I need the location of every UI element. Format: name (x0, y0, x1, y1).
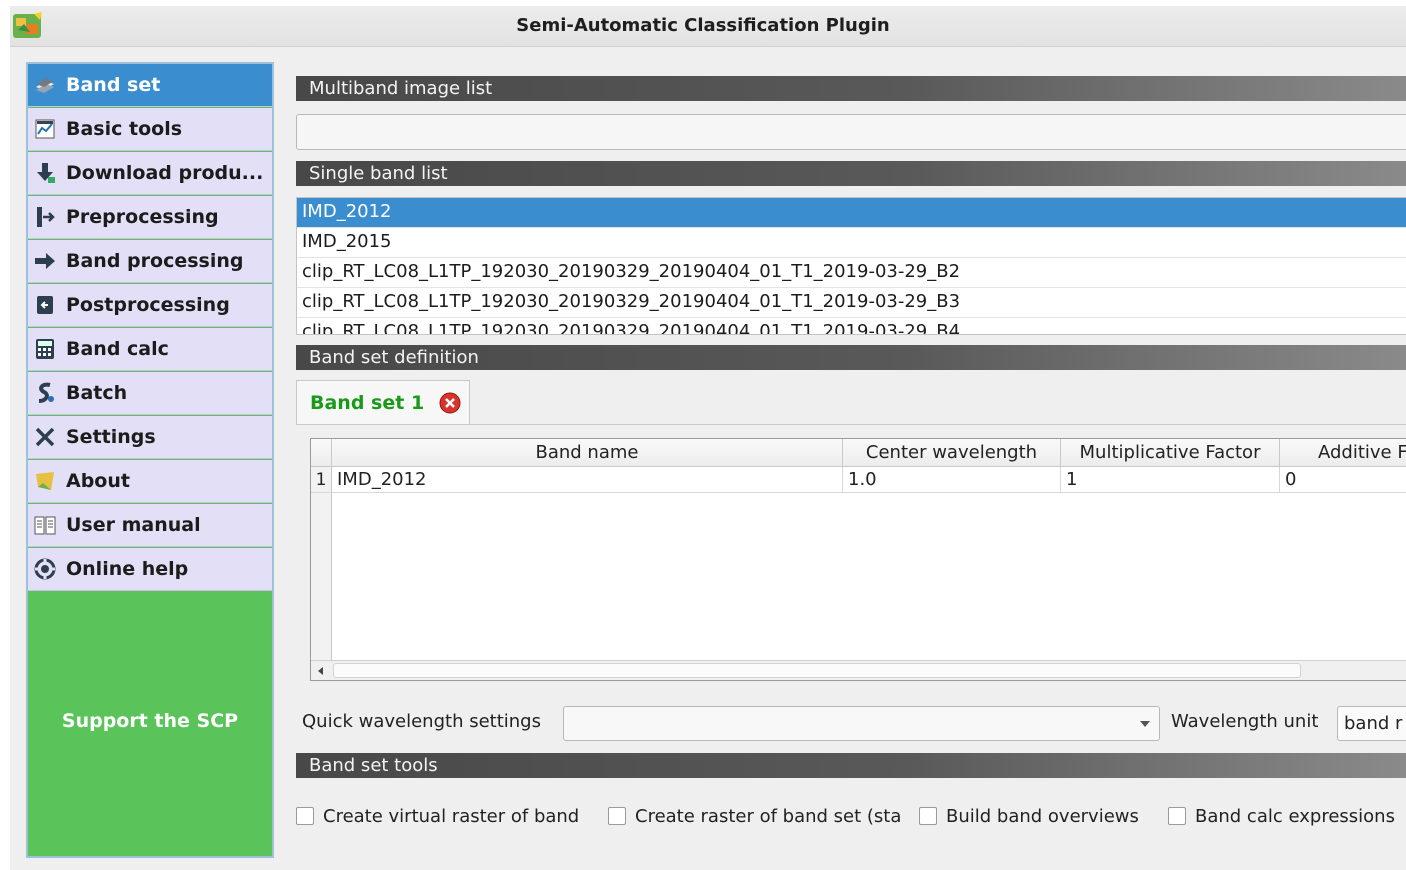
sidebar-item-label: Download produ... (66, 162, 264, 184)
sidebar-item-label: User manual (66, 514, 201, 536)
tab-label: Band set 1 (310, 391, 425, 414)
column-header-multiplicative-factor[interactable]: Multiplicative Factor (1061, 439, 1280, 467)
sidebar-item-label: Basic tools (66, 118, 183, 140)
create-raster-band-set-label: Create raster of band set (sta (635, 805, 902, 827)
preprocessing-icon (33, 205, 57, 229)
sidebar-item-label: Band processing (66, 250, 244, 272)
table-cell[interactable]: IMD_2012 (332, 467, 843, 493)
column-header-additive-factor[interactable]: Additive F (1280, 439, 1406, 467)
horizontal-scrollbar[interactable] (311, 660, 1406, 680)
sidebar-item-online-help[interactable]: Online help (28, 548, 272, 591)
row-header[interactable]: 1 (311, 467, 332, 493)
band-set-definition-header: Band set definition (296, 345, 1406, 370)
wavelength-unit-label: Wavelength unit (1171, 711, 1319, 732)
title-bar: Semi-Automatic Classification Plugin (10, 6, 1406, 47)
build-band-overviews-checkbox[interactable] (919, 807, 937, 825)
sidebar-item-batch[interactable]: Batch (28, 372, 272, 415)
band-set-tools-header: Band set tools (296, 753, 1406, 778)
batch-icon (33, 381, 57, 405)
create-raster-band-set-option[interactable]: Create raster of band set (sta (608, 804, 910, 828)
list-item[interactable]: clip_RT_LC08_L1TP_192030_20190329_201904… (297, 258, 1406, 288)
sidebar-item-user-manual[interactable]: User manual (28, 504, 272, 547)
plugin-window: Semi-Automatic Classification Plugin Ban… (10, 6, 1406, 870)
create-raster-band-set-checkbox[interactable] (608, 807, 626, 825)
band-set-icon (33, 73, 57, 97)
row-header-area (311, 493, 332, 661)
online-help-icon (33, 557, 57, 581)
band-calc-expressions-checkbox[interactable] (1168, 807, 1186, 825)
sidebar-item-settings[interactable]: Settings (28, 416, 272, 459)
list-item[interactable]: clip_RT_LC08_L1TP_192030_20190329_201904… (297, 288, 1406, 318)
sidebar-item-label: Settings (66, 426, 156, 448)
sidebar-item-band-processing[interactable]: Band processing (28, 240, 272, 283)
table-corner (311, 439, 332, 467)
column-header-center-wavelength[interactable]: Center wavelength (843, 439, 1061, 467)
band-processing-icon (33, 249, 57, 273)
create-virtual-raster-label: Create virtual raster of band (323, 805, 580, 827)
quick-wavelength-select[interactable] (563, 706, 1160, 741)
scrollbar-thumb[interactable] (333, 663, 1301, 678)
sidebar-item-label: Preprocessing (66, 206, 219, 228)
about-icon (33, 469, 57, 493)
table-cell[interactable]: 1 (1061, 467, 1280, 493)
sidebar-item-basic-tools[interactable]: Basic tools (28, 108, 272, 151)
wavelength-unit-select[interactable]: band r (1337, 706, 1406, 741)
sidebar-item-label: Online help (66, 558, 189, 580)
user-manual-icon (33, 513, 57, 537)
list-item[interactable]: clip_RT_LC08_L1TP_192030_20190329_201904… (297, 318, 1406, 334)
support-scp-link[interactable]: Support the SCP (28, 710, 272, 732)
quick-wavelength-label: Quick wavelength settings (302, 711, 541, 732)
single-band-section-header: Single band list (296, 161, 1406, 186)
sidebar-item-band-calc[interactable]: Band calc (28, 328, 272, 371)
scroll-left-icon[interactable] (314, 664, 328, 678)
list-item[interactable]: IMD_2015 (297, 228, 1406, 258)
single-band-list[interactable]: IMD_2012 IMD_2015 clip_RT_LC08_L1TP_1920… (296, 197, 1406, 335)
calculator-icon (33, 337, 57, 361)
sidebar-item-download[interactable]: Download produ... (28, 152, 272, 195)
column-header-band-name[interactable]: Band name (332, 439, 843, 467)
sidebar-item-about[interactable]: About (28, 460, 272, 503)
sidebar-item-band-set[interactable]: Band set (28, 64, 272, 107)
settings-icon (33, 425, 57, 449)
window-title: Semi-Automatic Classification Plugin (516, 15, 890, 36)
sidebar-item-label: Band calc (66, 338, 169, 360)
band-set-tabbar: Band set 1 (296, 380, 1406, 425)
build-band-overviews-option[interactable]: Build band overviews (919, 804, 1159, 828)
basic-tools-icon (33, 117, 57, 141)
multiband-image-list[interactable] (296, 114, 1406, 150)
table-cell[interactable]: 0 (1280, 467, 1406, 493)
download-icon (33, 161, 57, 185)
chevron-down-icon (1140, 721, 1150, 727)
band-calc-expressions-option[interactable]: Band calc expressions (1168, 804, 1406, 828)
create-virtual-raster-option[interactable]: Create virtual raster of band (296, 804, 596, 828)
sidebar-item-label: About (66, 470, 130, 492)
table-cell[interactable]: 1.0 (843, 467, 1061, 493)
sidebar-item-label: Band set (66, 74, 161, 96)
sidebar-item-postprocessing[interactable]: Postprocessing (28, 284, 272, 327)
create-virtual-raster-checkbox[interactable] (296, 807, 314, 825)
build-band-overviews-label: Build band overviews (946, 805, 1139, 827)
band-calc-expressions-label: Band calc expressions (1195, 805, 1395, 827)
sidebar: Band set Basic tools Download produ... P… (26, 62, 274, 858)
list-item[interactable]: IMD_2012 (297, 198, 1406, 228)
tab-band-set-1[interactable]: Band set 1 (296, 380, 470, 424)
multiband-section-header: Multiband image list (296, 76, 1406, 101)
band-set-table[interactable]: Band name Center wavelength Multiplicati… (310, 438, 1406, 681)
sidebar-item-preprocessing[interactable]: Preprocessing (28, 196, 272, 239)
sidebar-item-label: Postprocessing (66, 294, 230, 316)
close-tab-icon[interactable] (439, 392, 461, 414)
postprocessing-icon (33, 293, 57, 317)
sidebar-item-label: Batch (66, 382, 128, 404)
